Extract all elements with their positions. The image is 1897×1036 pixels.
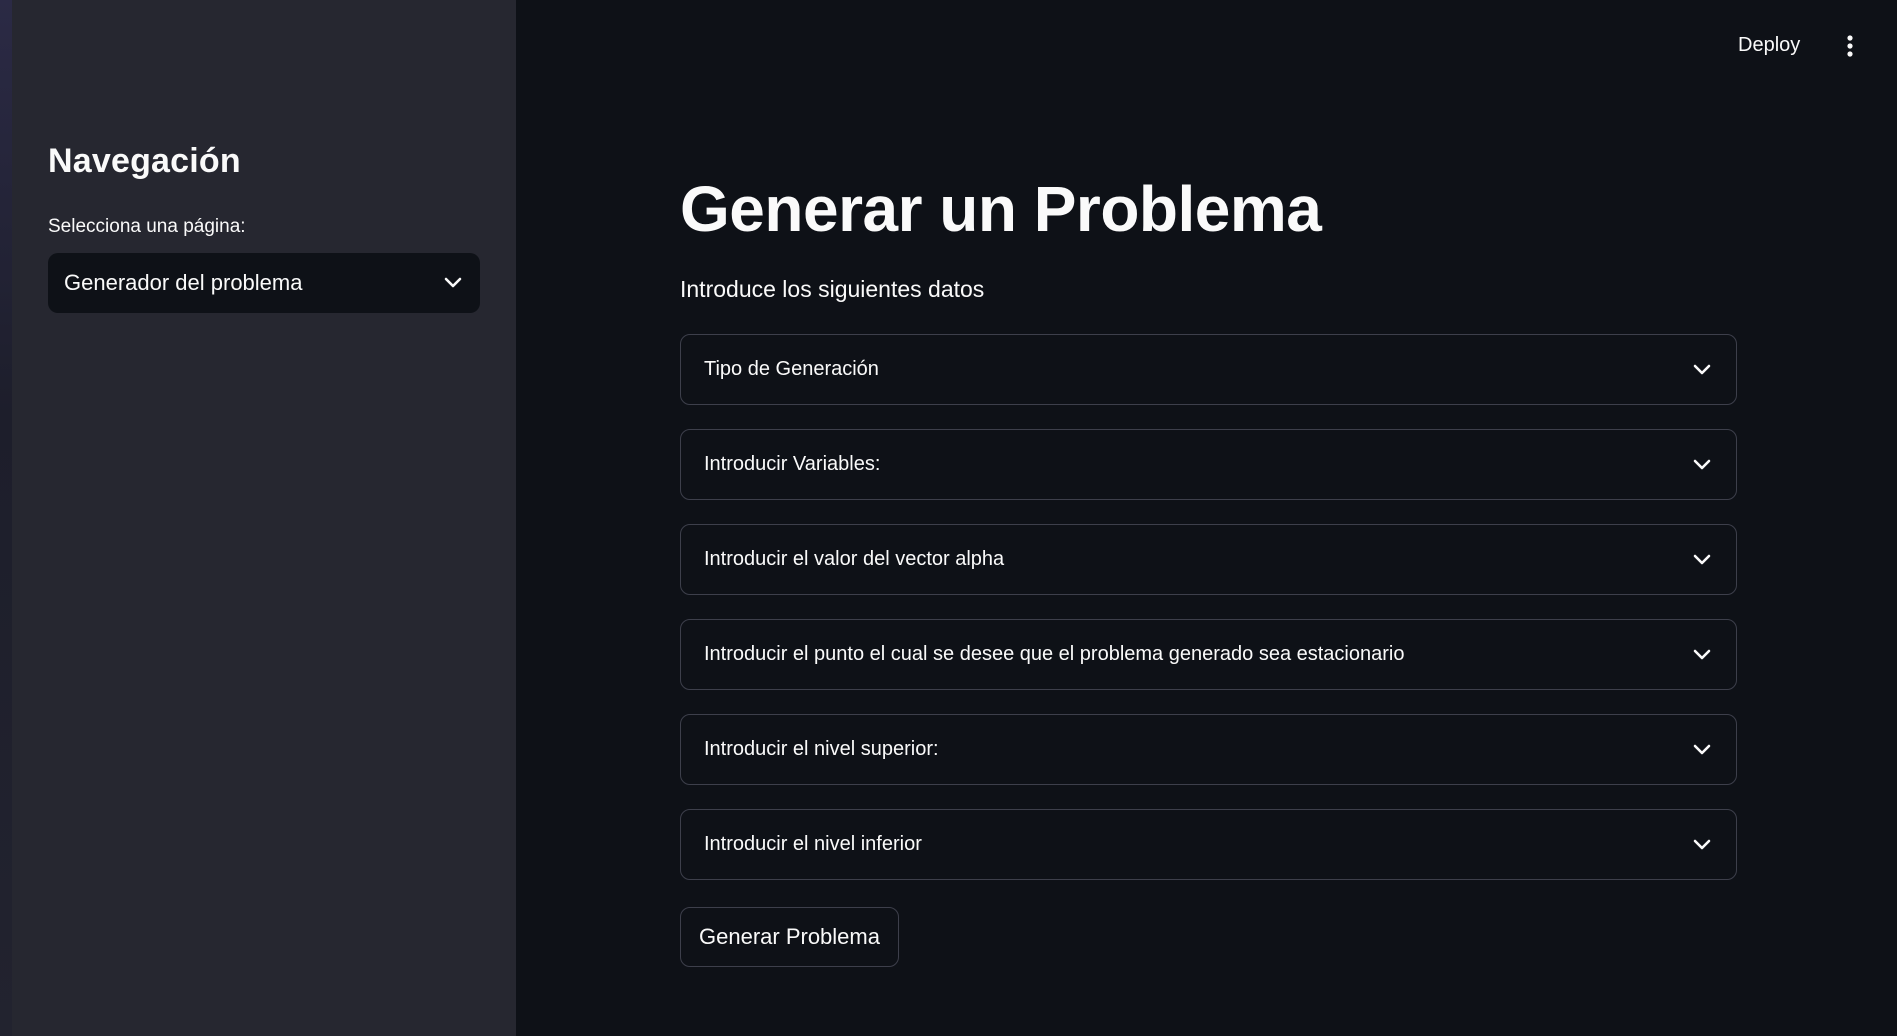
app-root: Navegación Selecciona una página: Genera… <box>0 0 1897 1036</box>
expander-punto-estacionario[interactable]: Introducir el punto el cual se desee que… <box>680 619 1737 690</box>
chevron-down-icon <box>1691 454 1713 476</box>
page-subtitle: Introduce los siguientes datos <box>680 276 985 302</box>
expander-label: Introducir Variables: <box>704 453 881 475</box>
chevron-down-icon <box>1691 549 1713 571</box>
chevron-down-icon <box>1691 644 1713 666</box>
chevron-down-icon <box>1691 739 1713 761</box>
expander-vector-alpha[interactable]: Introducir el valor del vector alpha <box>680 524 1737 595</box>
expander-label: Introducir el punto el cual se desee que… <box>704 643 1405 665</box>
vertical-dots-icon <box>1846 34 1854 63</box>
page-title: Generar un Problema <box>680 173 1322 245</box>
expander-label: Tipo de Generación <box>704 358 879 380</box>
expander-nivel-inferior[interactable]: Introducir el nivel inferior <box>680 809 1737 880</box>
expander-label: Introducir el valor del vector alpha <box>704 548 1005 570</box>
window-edge <box>0 0 12 1036</box>
expander-nivel-superior[interactable]: Introducir el nivel superior: <box>680 714 1737 785</box>
deploy-button[interactable]: Deploy <box>1738 34 1800 57</box>
page-select-label: Selecciona una página: <box>48 216 246 237</box>
sidebar: Navegación Selecciona una página: Genera… <box>12 0 516 1036</box>
chevron-down-icon <box>442 272 464 294</box>
main-menu-button[interactable] <box>1840 34 1860 62</box>
expander-list: Tipo de Generación Introducir Variables:… <box>680 334 1737 904</box>
expander-label: Introducir el nivel superior: <box>704 738 939 760</box>
chevron-down-icon <box>1691 359 1713 381</box>
generate-problem-button[interactable]: Generar Problema <box>680 907 899 967</box>
page-select[interactable]: Generador del problema <box>48 253 480 313</box>
expander-variables[interactable]: Introducir Variables: <box>680 429 1737 500</box>
sidebar-title: Navegación <box>48 142 241 180</box>
expander-tipo-generacion[interactable]: Tipo de Generación <box>680 334 1737 405</box>
chevron-down-icon <box>1691 834 1713 856</box>
expander-label: Introducir el nivel inferior <box>704 833 922 855</box>
page-select-value: Generador del problema <box>64 270 303 295</box>
